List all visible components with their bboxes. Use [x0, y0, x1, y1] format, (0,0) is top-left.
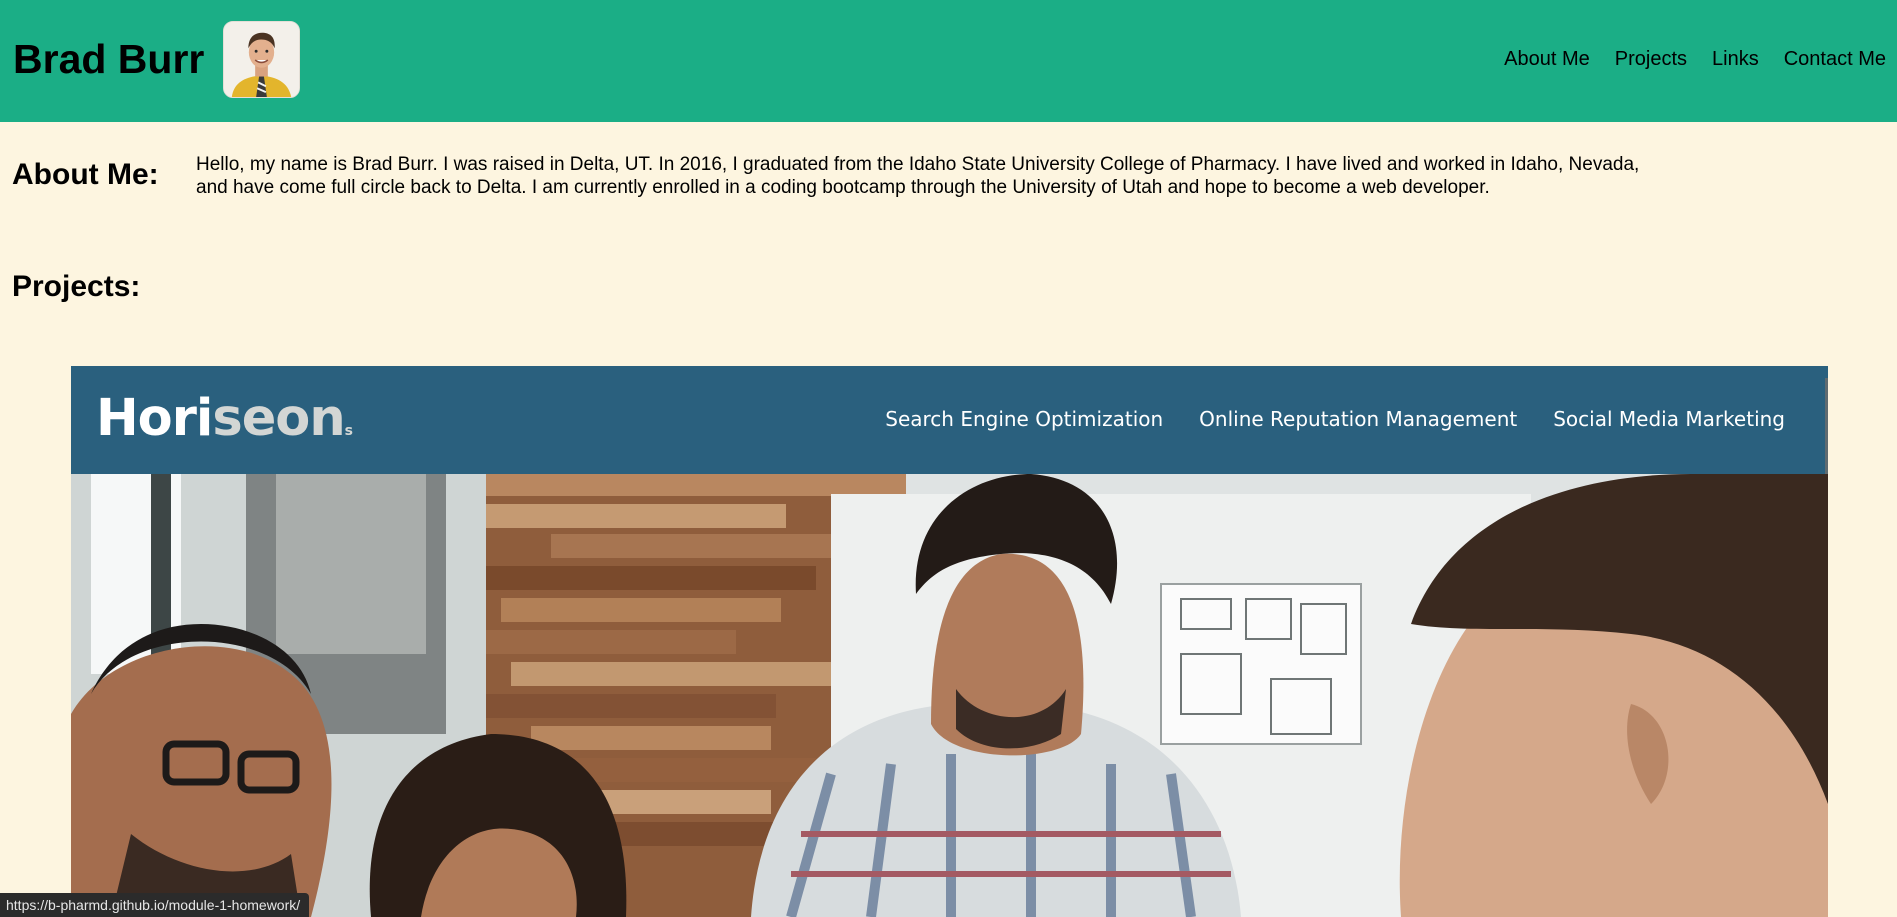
avatar-photo: [224, 22, 299, 97]
project-logo-primary: Hori: [96, 389, 213, 448]
about-text: Hello, my name is Brad Burr. I was raise…: [196, 154, 1640, 198]
project-nav-item-orm: Online Reputation Management: [1199, 407, 1518, 431]
project-preview-nav: Search Engine Optimization Online Reputa…: [885, 407, 1785, 431]
project-hero-image: [71, 474, 1828, 917]
project-logo: Horiseons: [96, 388, 353, 462]
site-header: Brad Burr About Me Projects Links Contac…: [0, 0, 1897, 122]
avatar: [223, 21, 300, 98]
site-name: Brad Burr: [13, 36, 205, 82]
project-preview-header: Horiseons Search Engine Optimization Onl…: [71, 366, 1828, 474]
nav-link-about-me[interactable]: About Me: [1504, 47, 1590, 71]
main-nav: About Me Projects Links Contact Me: [1504, 47, 1886, 71]
project-hero-photo: [71, 474, 1828, 917]
project-card-horiseon[interactable]: Horiseons Search Engine Optimization Onl…: [71, 366, 1828, 917]
nav-link-links[interactable]: Links: [1712, 47, 1759, 71]
nav-link-projects[interactable]: Projects: [1615, 47, 1687, 71]
status-bar-url: https://b-pharmd.github.io/module-1-home…: [0, 893, 310, 917]
about-heading: About Me:: [12, 158, 159, 191]
nav-link-contact-me[interactable]: Contact Me: [1784, 47, 1886, 71]
project-logo-accent: seon: [212, 389, 345, 448]
project-nav-item-seo: Search Engine Optimization: [885, 407, 1164, 431]
projects-heading: Projects:: [12, 270, 141, 303]
project-logo-mark: s: [344, 423, 353, 439]
project-nav-item-smm: Social Media Marketing: [1553, 407, 1785, 431]
